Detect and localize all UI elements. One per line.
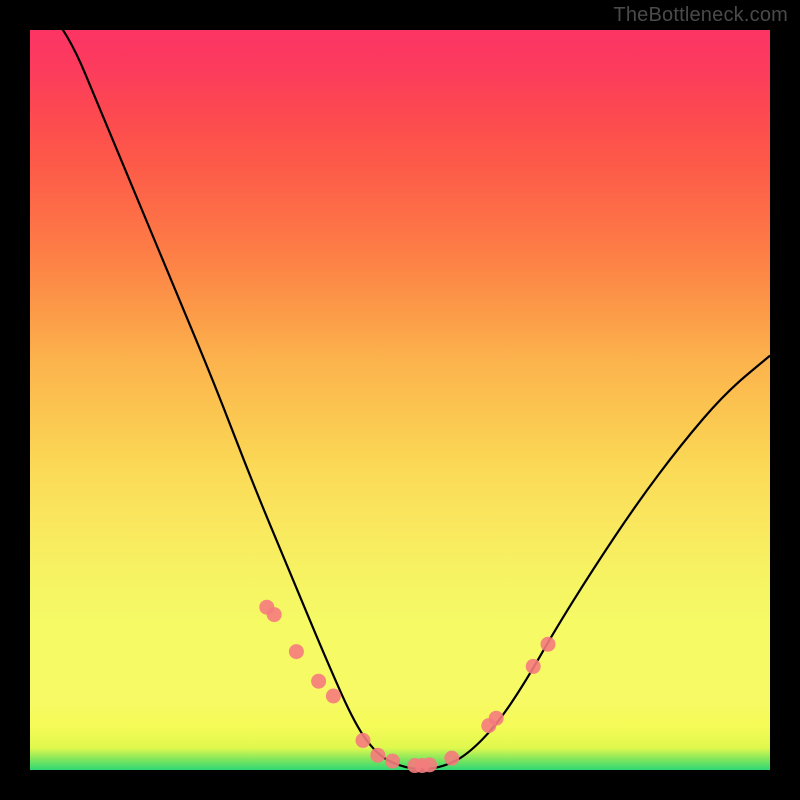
marker-point: [422, 757, 437, 772]
marker-group: [259, 600, 555, 773]
chart-frame: TheBottleneck.com: [0, 0, 800, 800]
marker-point: [444, 751, 459, 766]
marker-point: [541, 637, 556, 652]
marker-point: [267, 607, 282, 622]
marker-point: [489, 711, 504, 726]
marker-point: [385, 754, 400, 769]
marker-point: [289, 644, 304, 659]
marker-point: [370, 748, 385, 763]
bottleneck-curve-path: [30, 0, 770, 769]
marker-point: [311, 674, 326, 689]
marker-point: [356, 733, 371, 748]
marker-point: [526, 659, 541, 674]
curve-svg: [30, 30, 770, 770]
marker-point: [326, 689, 341, 704]
watermark-text: TheBottleneck.com: [613, 4, 788, 27]
plot-area: [30, 30, 770, 770]
